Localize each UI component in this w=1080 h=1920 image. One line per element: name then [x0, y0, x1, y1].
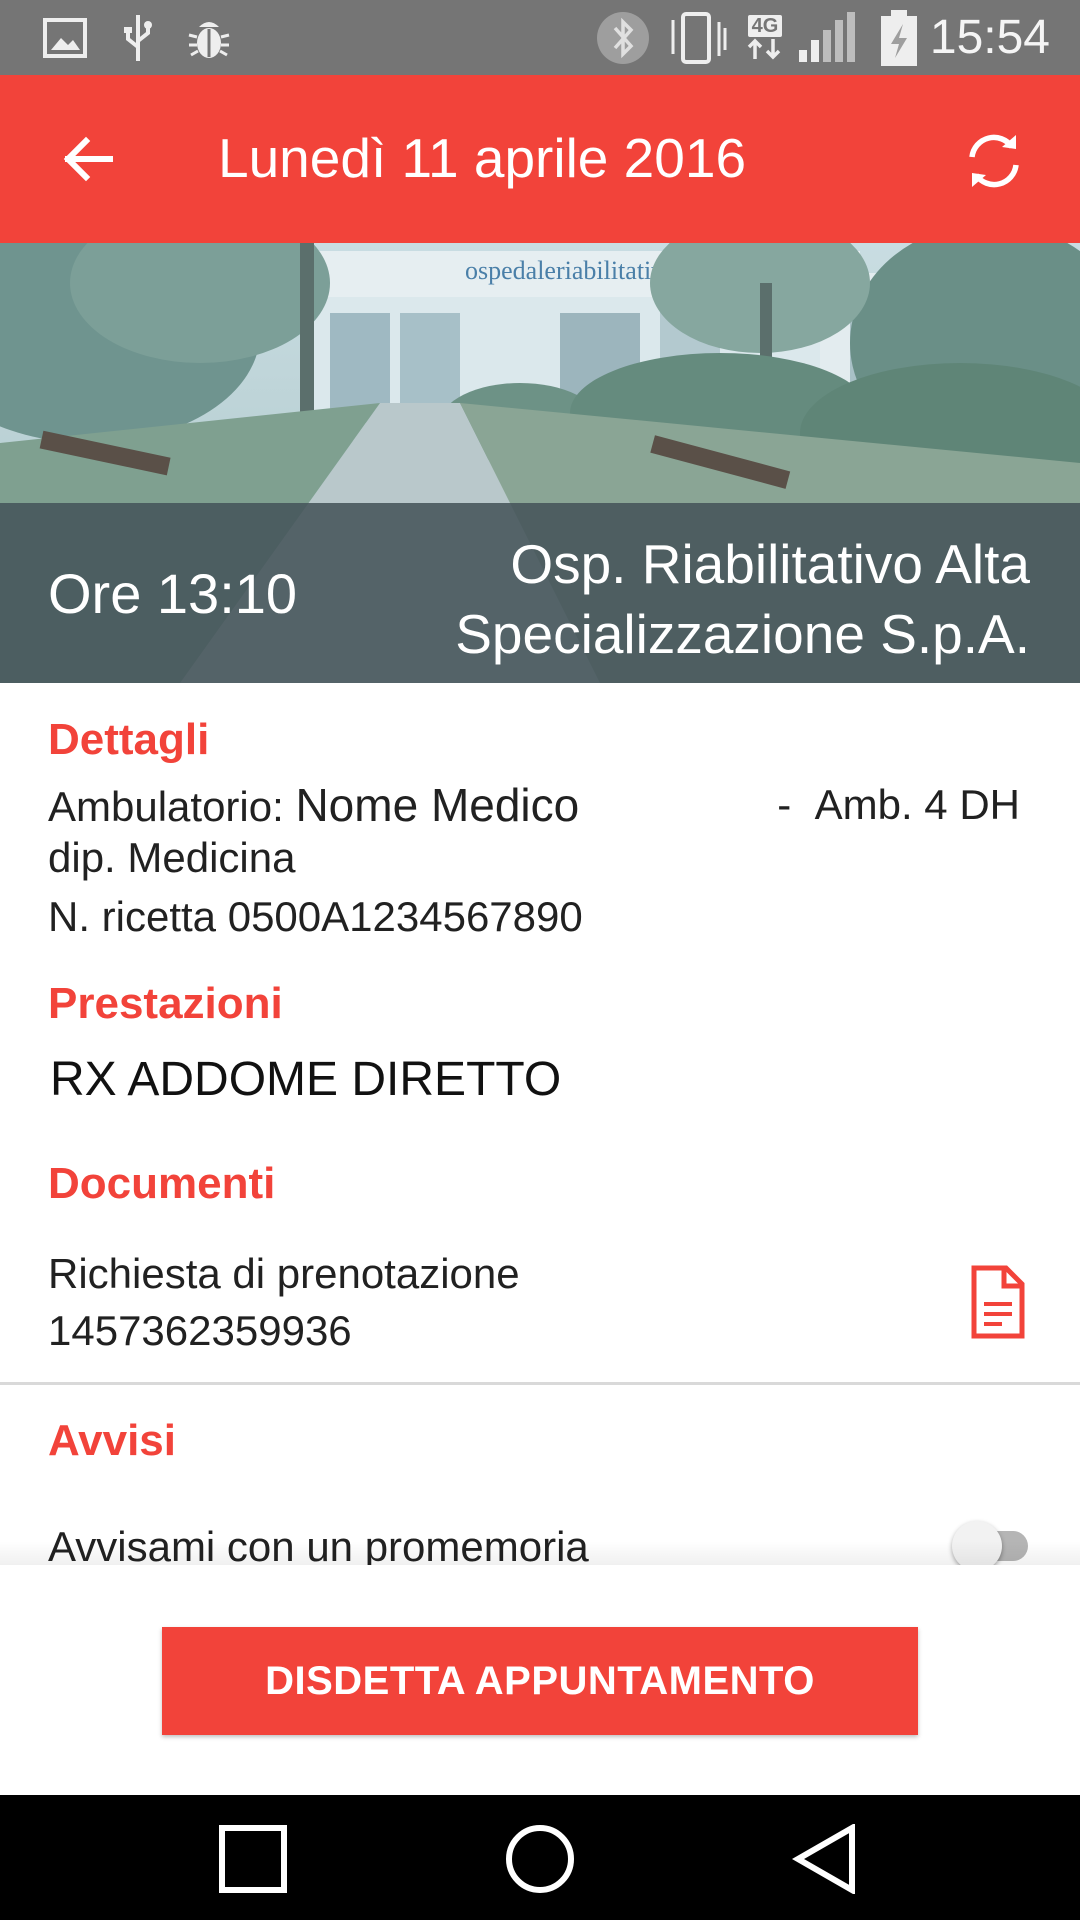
- separator: -: [777, 781, 792, 828]
- hospital-name: Osp. Riabilitativo Alta Specializzazione…: [390, 529, 1030, 683]
- ambulatorio-row: Ambulatorio: Nome Medico: [48, 777, 579, 835]
- document-icon[interactable]: [970, 1264, 1026, 1340]
- usb-icon: [120, 12, 156, 64]
- hospital-name-line3: Motta di Livenza: [390, 669, 1031, 683]
- signal-icon: [796, 12, 858, 64]
- refresh-icon: [969, 134, 1019, 188]
- network-type-label: 4G: [747, 15, 783, 37]
- prestazione-item: RX ADDOME DIRETTO: [50, 1053, 562, 1106]
- section-title-documenti: Documenti: [48, 1159, 276, 1208]
- image-icon: [42, 12, 88, 64]
- home-icon[interactable]: [500, 1819, 580, 1899]
- ambulatorio-label: Ambulatorio:: [48, 783, 284, 830]
- document-number[interactable]: 1457362359936: [48, 1303, 352, 1359]
- scroll-fade: [0, 1541, 1080, 1565]
- document-name[interactable]: Richiesta di prenotazione: [48, 1246, 520, 1302]
- appointment-time: Ore 13:10: [48, 562, 298, 625]
- medico-name: Nome Medico: [295, 779, 580, 831]
- section-title-prestazioni: Prestazioni: [48, 979, 283, 1028]
- bluetooth-icon: [594, 12, 652, 64]
- battery-charging-icon: [876, 10, 922, 66]
- dipartimento: dip. Medicina: [48, 834, 296, 881]
- cancel-appointment-button[interactable]: DISDETTA APPUNTAMENTO: [162, 1627, 918, 1735]
- section-title-avvisi: Avvisi: [48, 1416, 177, 1465]
- ricetta-number: N. ricetta 0500A1234567890: [48, 893, 583, 940]
- recents-icon[interactable]: [213, 1819, 293, 1899]
- page-title: Lunedì 11 aprile 2016: [218, 127, 747, 189]
- hospital-name-line1: Osp. Riabilitativo Alta: [510, 533, 1030, 595]
- app-bar: Lunedì 11 aprile 2016: [0, 75, 1080, 243]
- debug-icon: [184, 12, 234, 64]
- bottom-action-area: DISDETTA APPUNTAMENTO: [0, 1565, 1080, 1795]
- back-button[interactable]: [50, 121, 126, 197]
- ambulatorio-room: - Amb. 4 DH: [777, 777, 1020, 833]
- arrow-back-icon: [63, 136, 113, 182]
- status-bar: 4G 15:54: [0, 0, 1080, 75]
- hospital-name-line2: Specializzazione S.p.A.: [455, 603, 1030, 665]
- hospital-hero: ospedaleriabilitativo Ore 13:10 Osp. Ria…: [0, 243, 1080, 683]
- amb-label: Amb. 4 DH: [814, 781, 1020, 828]
- hospital-sign: ospedaleriabilitativo: [465, 256, 677, 285]
- section-title-dettagli: Dettagli: [48, 715, 210, 764]
- status-time: 15:54: [929, 11, 1050, 64]
- section-divider: [0, 1382, 1080, 1385]
- refresh-button[interactable]: [956, 123, 1032, 199]
- vibrate-icon: [666, 12, 728, 64]
- back-icon[interactable]: [785, 1819, 865, 1899]
- appointment-details[interactable]: Dettagli Ambulatorio: Nome Medico - Amb.…: [0, 683, 1080, 1565]
- 4g-data-icon: 4G: [740, 12, 790, 64]
- system-nav-bar: [0, 1795, 1080, 1920]
